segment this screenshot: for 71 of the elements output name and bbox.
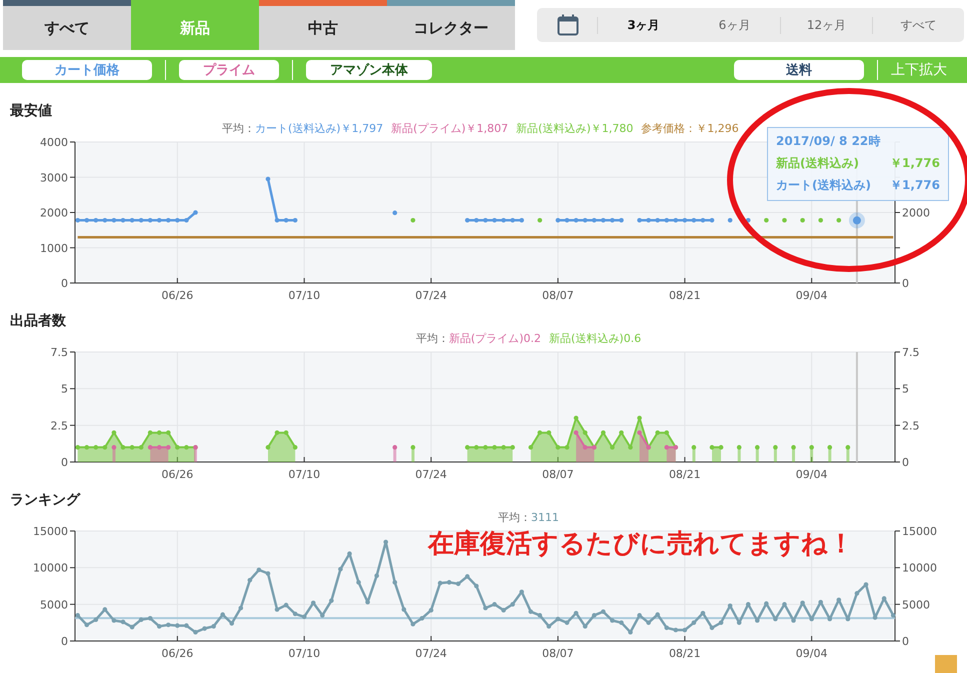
axis-label: 08/07: [542, 647, 574, 660]
axis-label: 0: [61, 277, 68, 290]
tooltip-value: ￥1,776: [890, 177, 940, 194]
filter-toggle[interactable]: カート価格: [22, 60, 152, 80]
axis-label: 06/26: [162, 468, 194, 481]
chart-title: 出品者数: [10, 312, 67, 330]
legend-label: 平均：: [498, 510, 531, 526]
axis-label: 07/24: [415, 289, 447, 302]
period-option[interactable]: すべて: [872, 16, 964, 34]
legend-item: 新品(送料込み)￥1,780: [516, 121, 634, 137]
axis-label: 08/21: [668, 468, 701, 481]
legend-item: 新品(プライム)0.2: [448, 331, 541, 347]
axis-label: 3000: [40, 171, 68, 184]
tab[interactable]: コレクター: [387, 0, 515, 50]
axis-label: 07/10: [288, 289, 320, 302]
axis-label: 0: [61, 635, 68, 648]
axis-label: 5000: [902, 598, 930, 612]
axis-label: 2.5: [902, 419, 920, 432]
legend-item: カート(送料込み)￥1,797: [255, 121, 384, 137]
filter-toggle[interactable]: アマゾン本体: [306, 60, 432, 80]
axis-label: 09/04: [796, 468, 828, 481]
axis-label: 07/24: [415, 468, 447, 481]
axis-label: 07/10: [288, 647, 320, 660]
legend-item: 参考価格：￥1,296: [641, 121, 739, 137]
tooltip-label: 新品(送料込み): [776, 155, 859, 172]
axis-label: 0: [902, 277, 909, 290]
axis-label: 09/04: [796, 647, 828, 660]
chart-title: 最安値: [10, 102, 53, 120]
tab[interactable]: 中古: [259, 0, 387, 50]
axis-label: 15000: [33, 527, 68, 538]
legend-label: 平均：: [416, 331, 449, 347]
axis-label: 06/26: [162, 289, 194, 302]
axis-label: 07/10: [288, 468, 320, 481]
axis-label: 2000: [40, 206, 68, 220]
axis-label: 08/21: [668, 289, 701, 302]
axis-label: 0: [902, 635, 909, 648]
axis-label: 08/07: [542, 468, 574, 481]
legend-item: 新品(プライム)￥1,807: [391, 121, 508, 137]
filter-toggle[interactable]: プライム: [179, 60, 279, 80]
axis-label: 4000: [40, 138, 68, 149]
annotation-text: 在庫復活するたびに売れてますね！: [428, 528, 854, 561]
legend-label: 平均：: [222, 121, 255, 137]
axis-label: 08/21: [668, 647, 701, 660]
axis-label: 15000: [902, 527, 937, 538]
axis-label: 2.5: [50, 419, 68, 432]
axis-label: 7.5: [50, 348, 68, 359]
axis-label: 5: [902, 382, 909, 396]
tab[interactable]: すべて: [3, 0, 131, 50]
legend-item: 3111: [531, 510, 559, 526]
period-option[interactable]: 12ヶ月: [780, 16, 872, 34]
legend-item: 新品(送料込み)0.6: [549, 331, 642, 347]
axis-label: 5000: [40, 598, 68, 612]
tooltip-value: ￥1,776: [890, 155, 940, 172]
tooltip-label: カート(送料込み): [776, 177, 871, 194]
chart-title: ランキング: [10, 491, 82, 509]
axis-label: 08/07: [542, 289, 574, 302]
filter-toggle[interactable]: 送料: [734, 60, 864, 80]
period-option[interactable]: 6ヶ月: [689, 16, 780, 34]
axis-label: 7.5: [902, 348, 920, 359]
axis-label: 07/24: [415, 647, 447, 660]
axis-label: 0: [902, 456, 909, 469]
axis-label: 06/26: [162, 647, 194, 660]
axis-label: 10000: [33, 562, 68, 575]
period-option[interactable]: 3ヶ月: [597, 16, 689, 34]
tooltip-date: 2017/09/ 8 22時: [776, 133, 880, 150]
axis-label: 10000: [902, 562, 937, 575]
axis-label: 1000: [40, 242, 68, 255]
axis-label: 5: [61, 382, 68, 396]
axis-label: 09/04: [796, 289, 828, 302]
axis-label: 0: [61, 456, 68, 469]
axis-label: 2000: [902, 206, 930, 220]
